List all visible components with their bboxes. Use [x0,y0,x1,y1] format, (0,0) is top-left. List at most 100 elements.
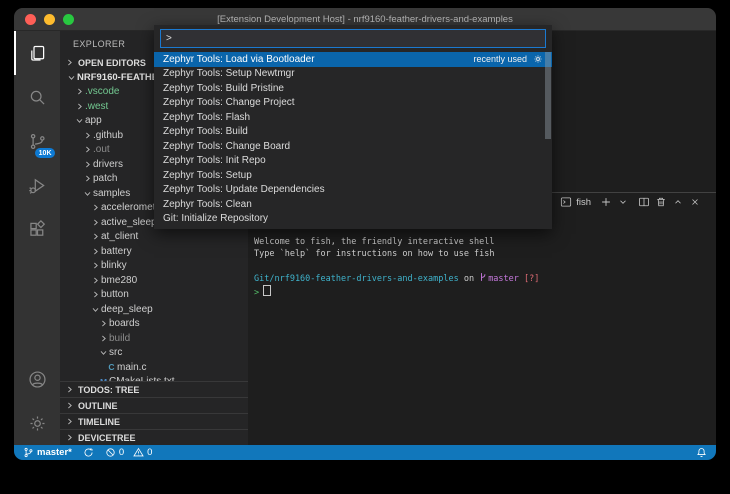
sidebar-section-todos-tree[interactable]: TODOS: TREE [60,381,248,397]
command-palette-item[interactable]: Zephyr Tools: Build Pristine [154,81,552,96]
command-label: Zephyr Tools: Build [163,126,248,137]
chevron-right-icon [98,334,109,343]
terminal-line: Type `help` for instructions on how to u… [254,249,716,261]
kill-terminal-button[interactable] [654,196,667,209]
section-label: OUTLINE [78,401,118,411]
extensions-icon [27,219,48,240]
command-palette-item[interactable]: Zephyr Tools: Clean [154,197,552,212]
accounts-menu[interactable] [14,357,60,401]
command-label: Git: Initialize Repository [163,213,268,224]
terminal-line: Welcome to fish, the friendly interactiv… [254,237,716,249]
command-palette-list: Zephyr Tools: Load via Bootloaderrecentl… [154,52,552,226]
minimize-window-button[interactable] [44,14,55,25]
command-palette-item[interactable]: Zephyr Tools: Change Board [154,139,552,154]
chevron-right-icon [90,276,101,285]
sync-changes-button[interactable] [83,447,94,458]
sidebar-section-timeline[interactable]: TIMELINE [60,413,248,429]
terminal-line: > [254,285,716,300]
command-palette-item[interactable]: Zephyr Tools: Change Project [154,96,552,111]
sync-icon [83,447,94,458]
tree-row[interactable]: src [60,346,248,361]
section-label: TIMELINE [78,417,120,427]
activity-extensions[interactable] [14,207,60,251]
zoom-window-button[interactable] [63,14,74,25]
terminal-text-segment: on [459,274,479,284]
terminal-text-segment: master [479,274,519,284]
prompt-branch-icon [479,272,487,282]
tree-row[interactable]: build [60,331,248,346]
chevron-right-icon [90,290,101,299]
files-icon [27,43,48,64]
command-palette-item[interactable]: Zephyr Tools: Load via Bootloaderrecentl… [154,52,552,67]
sidebar-section-outline[interactable]: OUTLINE [60,397,248,413]
command-palette-item[interactable]: Zephyr Tools: Setup [154,168,552,183]
command-palette-item[interactable]: Zephyr Tools: Init Repo [154,154,552,169]
activity-run-debug[interactable] [14,163,60,207]
run-debug-icon [27,175,48,196]
command-palette: Zephyr Tools: Load via Bootloaderrecentl… [154,25,552,229]
activity-source-control[interactable]: 10K [14,119,60,163]
command-label: Zephyr Tools: Flash [163,112,250,123]
new-terminal-button[interactable] [599,196,612,209]
chevron-right-icon [64,385,75,394]
chevron-down-icon [74,116,85,125]
tree-row[interactable]: blinky [60,259,248,274]
command-label: Zephyr Tools: Build Pristine [163,83,284,94]
close-window-button[interactable] [25,14,36,25]
terminal-text-segment: Type `help` for instructions on how to u… [254,249,495,259]
activity-search[interactable] [14,75,60,119]
terminal-cursor [263,285,271,296]
tree-row[interactable]: Cmain.c [60,360,248,375]
command-palette-item[interactable]: Zephyr Tools: Flash [154,110,552,125]
traffic-lights [25,14,74,25]
chevron-down-icon [66,73,77,82]
configure-keybinding-gear-icon[interactable] [533,54,543,64]
source-control-badge: 10K [35,148,55,158]
command-palette-item[interactable]: Git: Initialize Repository [154,212,552,227]
git-branch-status[interactable]: master* [23,447,72,458]
window-title: [Extension Development Host] - nrf9160-f… [217,14,513,25]
tree-item-label: .vscode [85,86,119,97]
errors-icon [105,447,116,458]
palette-scrollbar[interactable] [545,52,551,139]
terminal-icon [559,196,572,209]
close-panel-button[interactable] [688,196,701,209]
terminal-dropdown-button[interactable] [616,196,629,209]
terminal-text-segment: Welcome to fish, the friendly interactiv… [254,237,495,247]
tree-row[interactable]: at_client [60,230,248,245]
command-palette-item[interactable]: Zephyr Tools: Build [154,125,552,140]
tree-item-label: at_client [101,231,138,242]
notifications-button[interactable] [696,447,707,458]
tree-row[interactable]: bme280 [60,273,248,288]
split-terminal-button[interactable] [637,196,650,209]
chevron-right-icon [90,247,101,256]
tree-row[interactable]: battery [60,244,248,259]
problems-status[interactable]: 0 0 [105,447,153,458]
chevron-right-icon [74,102,85,111]
tree-row[interactable]: button [60,288,248,303]
settings-menu[interactable] [14,401,60,445]
tree-item-label: main.c [117,362,146,373]
tree-item-label: button [101,289,129,300]
section-label: TODOS: TREE [78,385,139,395]
command-label: Zephyr Tools: Clean [163,199,252,210]
tree-row[interactable]: deep_sleep [60,302,248,317]
branch-icon [23,447,34,458]
search-icon [27,87,48,108]
command-palette-input[interactable] [160,29,546,48]
sidebar-section-devicetree[interactable]: DEVICETREE [60,429,248,445]
chevron-right-icon [64,433,75,442]
command-palette-item[interactable]: Zephyr Tools: Update Dependencies [154,183,552,198]
tree-item-label: build [109,333,130,344]
command-palette-item[interactable]: Zephyr Tools: Setup Newtmgr [154,67,552,82]
maximize-panel-button[interactable] [671,196,684,209]
chevron-down-icon [90,305,101,314]
chevron-right-icon [82,131,93,140]
tree-row[interactable]: boards [60,317,248,332]
terminal-panel: fish [248,192,716,445]
activity-explorer[interactable] [14,31,60,75]
tree-item-label: .west [85,101,108,112]
account-icon [27,369,48,390]
terminal-tab-label[interactable]: fish [576,197,591,208]
chevron-right-icon [82,174,93,183]
